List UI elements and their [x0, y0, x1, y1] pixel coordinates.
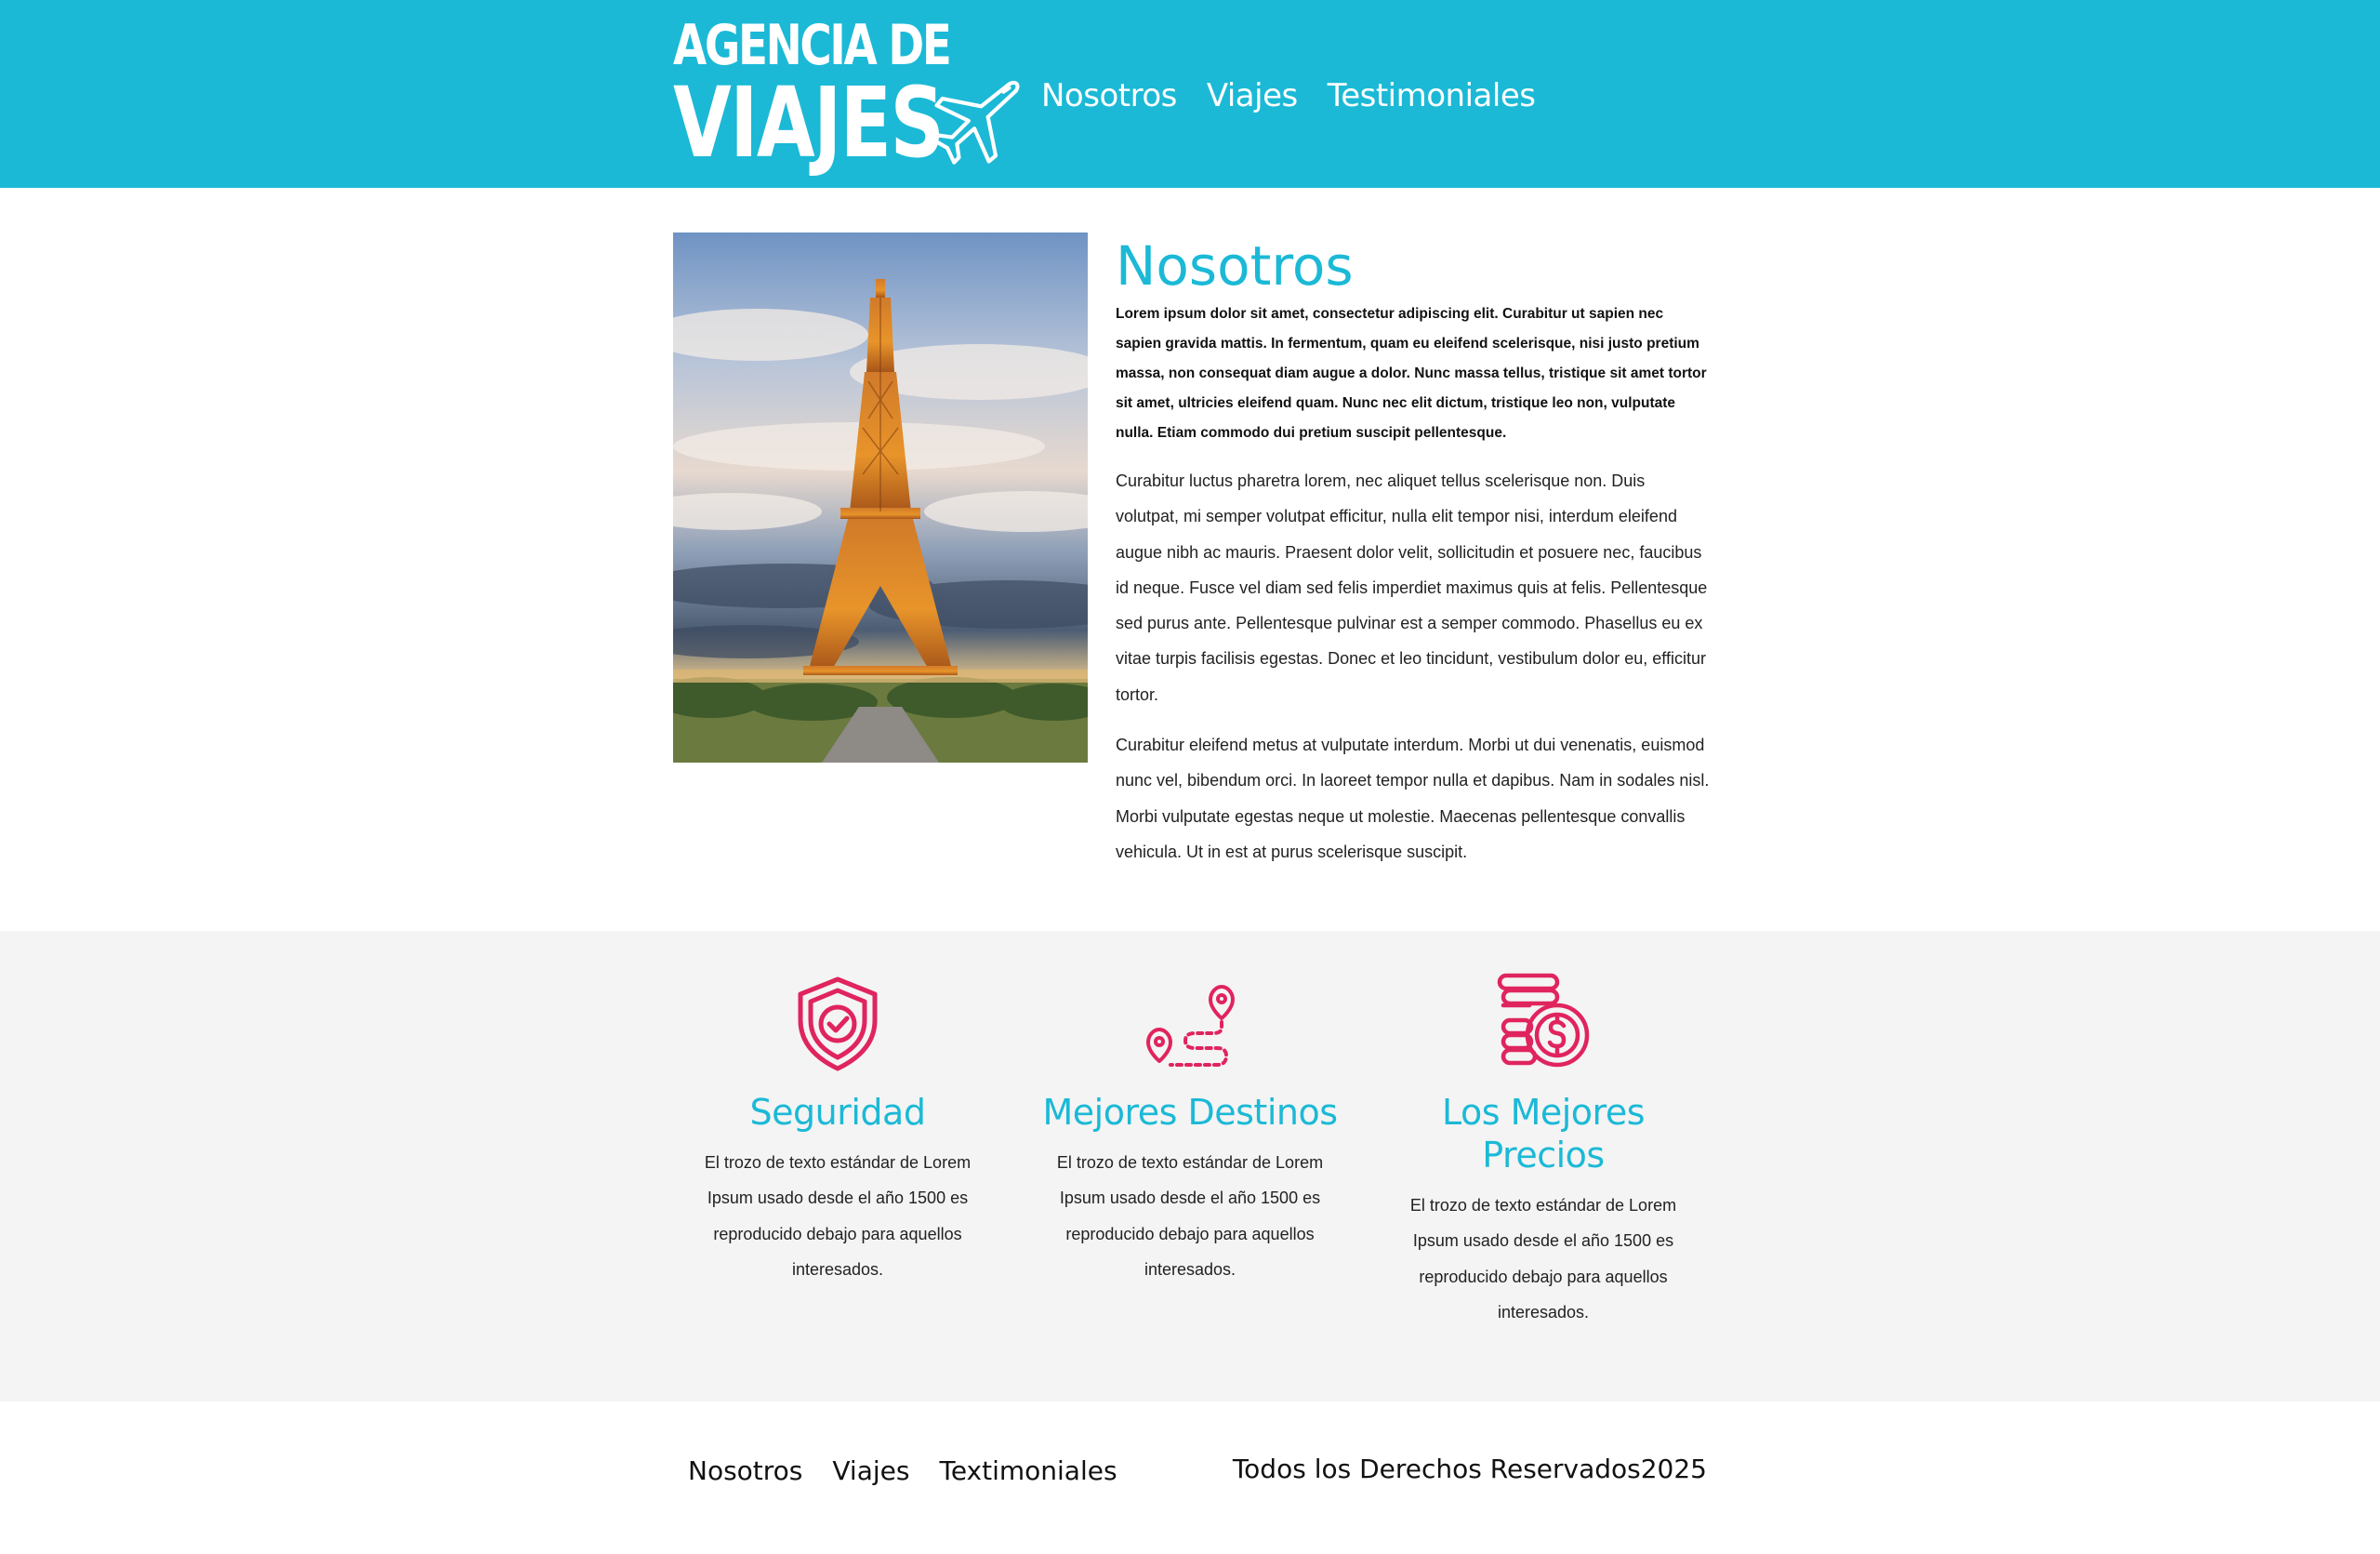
feature-card: Seguridad El trozo de texto estándar de … — [683, 972, 992, 1287]
feature-text: El trozo de texto estándar de Lorem Ipsu… — [1056, 1153, 1324, 1279]
footer-nav: Nosotros Viajes Textimoniales — [688, 1451, 1117, 1492]
main-nav: Nosotros Viajes Testimoniales — [1041, 73, 1536, 119]
footer-link-testimoniales[interactable]: Textimoniales — [939, 1451, 1117, 1492]
feature-title: Seguridad — [749, 1092, 926, 1133]
about-section: Nosotros Lorem ipsum dolor sit amet, con… — [1116, 232, 1711, 870]
logo-text-line2: VIAJES — [673, 66, 945, 179]
nav-link-testimoniales[interactable]: Testimoniales — [1328, 73, 1536, 119]
features-section: Seguridad El trozo de texto estándar de … — [0, 931, 2380, 1401]
feature-title: Los Mejores Precios — [1441, 1092, 1646, 1175]
footer-link-nosotros[interactable]: Nosotros — [688, 1451, 802, 1492]
feature-title: Mejores Destinos — [1042, 1092, 1338, 1133]
shield-check-icon — [798, 976, 878, 1071]
copyright-text: Todos los Derechos Reservados2025 — [1232, 1454, 1707, 1484]
nav-link-nosotros[interactable]: Nosotros — [1041, 73, 1177, 119]
eiffel-tower-illustration — [673, 232, 1088, 763]
about-title: Nosotros — [1116, 234, 1354, 298]
feature-card: Mejores Destinos El trozo de texto están… — [1036, 972, 1344, 1287]
feature-text: El trozo de texto estándar de Lorem Ipsu… — [704, 1153, 972, 1279]
about-paragraph: Curabitur eleifend metus at vulputate in… — [1116, 736, 1710, 861]
coins-dollar-icon — [1497, 973, 1590, 1068]
nav-link-viajes[interactable]: Viajes — [1207, 73, 1298, 119]
about-lead-paragraph: Lorem ipsum dolor sit amet, consectetur … — [1116, 306, 1707, 441]
eiffel-tower-image — [673, 232, 1088, 763]
footer-link-viajes[interactable]: Viajes — [832, 1451, 909, 1492]
about-paragraph: Curabitur luctus pharetra lorem, nec ali… — [1116, 472, 1708, 704]
route-map-pins-icon — [1146, 985, 1235, 1067]
airplane-icon — [932, 80, 1020, 165]
site-header: AGENCIA DE VIAJES Nosotros Viajes Testim… — [0, 0, 2380, 188]
feature-text: El trozo de texto estándar de Lorem Ipsu… — [1409, 1196, 1677, 1322]
feature-card: Los Mejores Precios El trozo de texto es… — [1389, 972, 1698, 1330]
